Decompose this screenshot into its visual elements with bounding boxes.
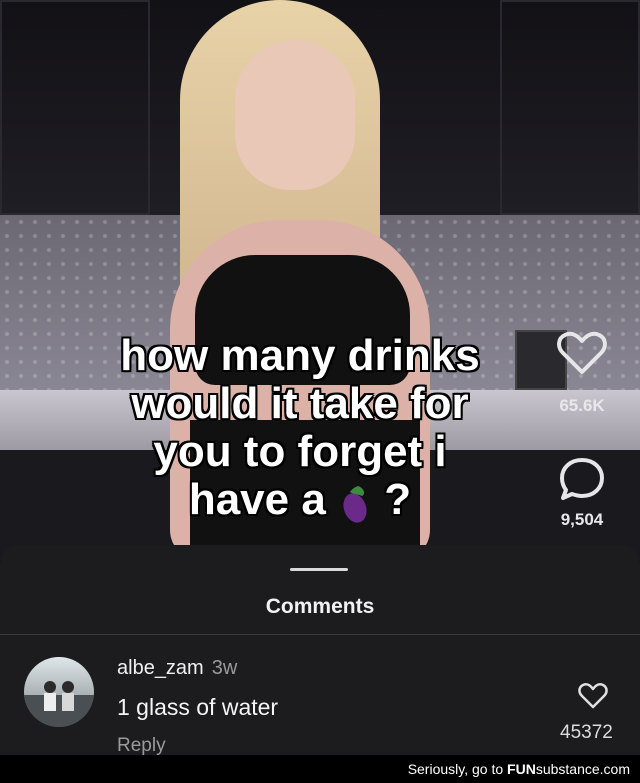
action-rail: 65.6K 9,504 — [542, 330, 622, 530]
comments-sheet: Comments albe_zam 3w 1 glass of water Rep… — [0, 545, 640, 757]
comment-meta: albe_zam 3w — [117, 657, 237, 680]
caption-line: have a ? — [70, 476, 530, 524]
comment-username[interactable]: albe_zam — [117, 657, 204, 679]
caption-line: would it take for — [131, 379, 469, 428]
divider — [0, 634, 640, 635]
watermark-brand: FUN — [507, 761, 536, 777]
comment-heart-icon[interactable] — [578, 682, 608, 710]
reply-button[interactable]: Reply — [117, 735, 166, 757]
caption-text: have a — [188, 475, 326, 524]
comment-time: 3w — [211, 657, 238, 679]
heart-outline-icon[interactable] — [557, 330, 607, 376]
watermark-text: Seriously, go to FUNsubstance.com — [408, 761, 630, 777]
avatar[interactable] — [24, 657, 94, 727]
comment-text: 1 glass of water — [117, 694, 279, 720]
comments-title: Comments — [265, 595, 375, 618]
video-player[interactable]: how many drinks would it take for you to… — [0, 0, 640, 560]
caption-line: you to forget i — [153, 427, 447, 476]
avatar-photo — [24, 681, 94, 727]
watermark-domain: substance.com — [535, 761, 630, 777]
video-caption: how many drinks would it take for you to… — [70, 332, 530, 524]
watermark-prefix: Seriously, go to — [407, 761, 508, 777]
drag-handle[interactable] — [290, 568, 348, 571]
likes-count: 65.6K — [559, 396, 605, 415]
face — [235, 40, 355, 190]
comments-count: 9,504 — [560, 510, 604, 529]
speech-bubble-icon[interactable] — [558, 456, 606, 502]
comment-likes-count: 45372 — [560, 722, 613, 743]
cabinet-door — [500, 0, 640, 215]
caption-text: ? — [384, 475, 412, 524]
cabinet-door — [0, 0, 150, 215]
eggplant-emoji-icon — [343, 486, 367, 523]
caption-line: how many drinks — [120, 331, 480, 380]
watermark-bar: Seriously, go to FUNsubstance.com — [0, 755, 640, 783]
